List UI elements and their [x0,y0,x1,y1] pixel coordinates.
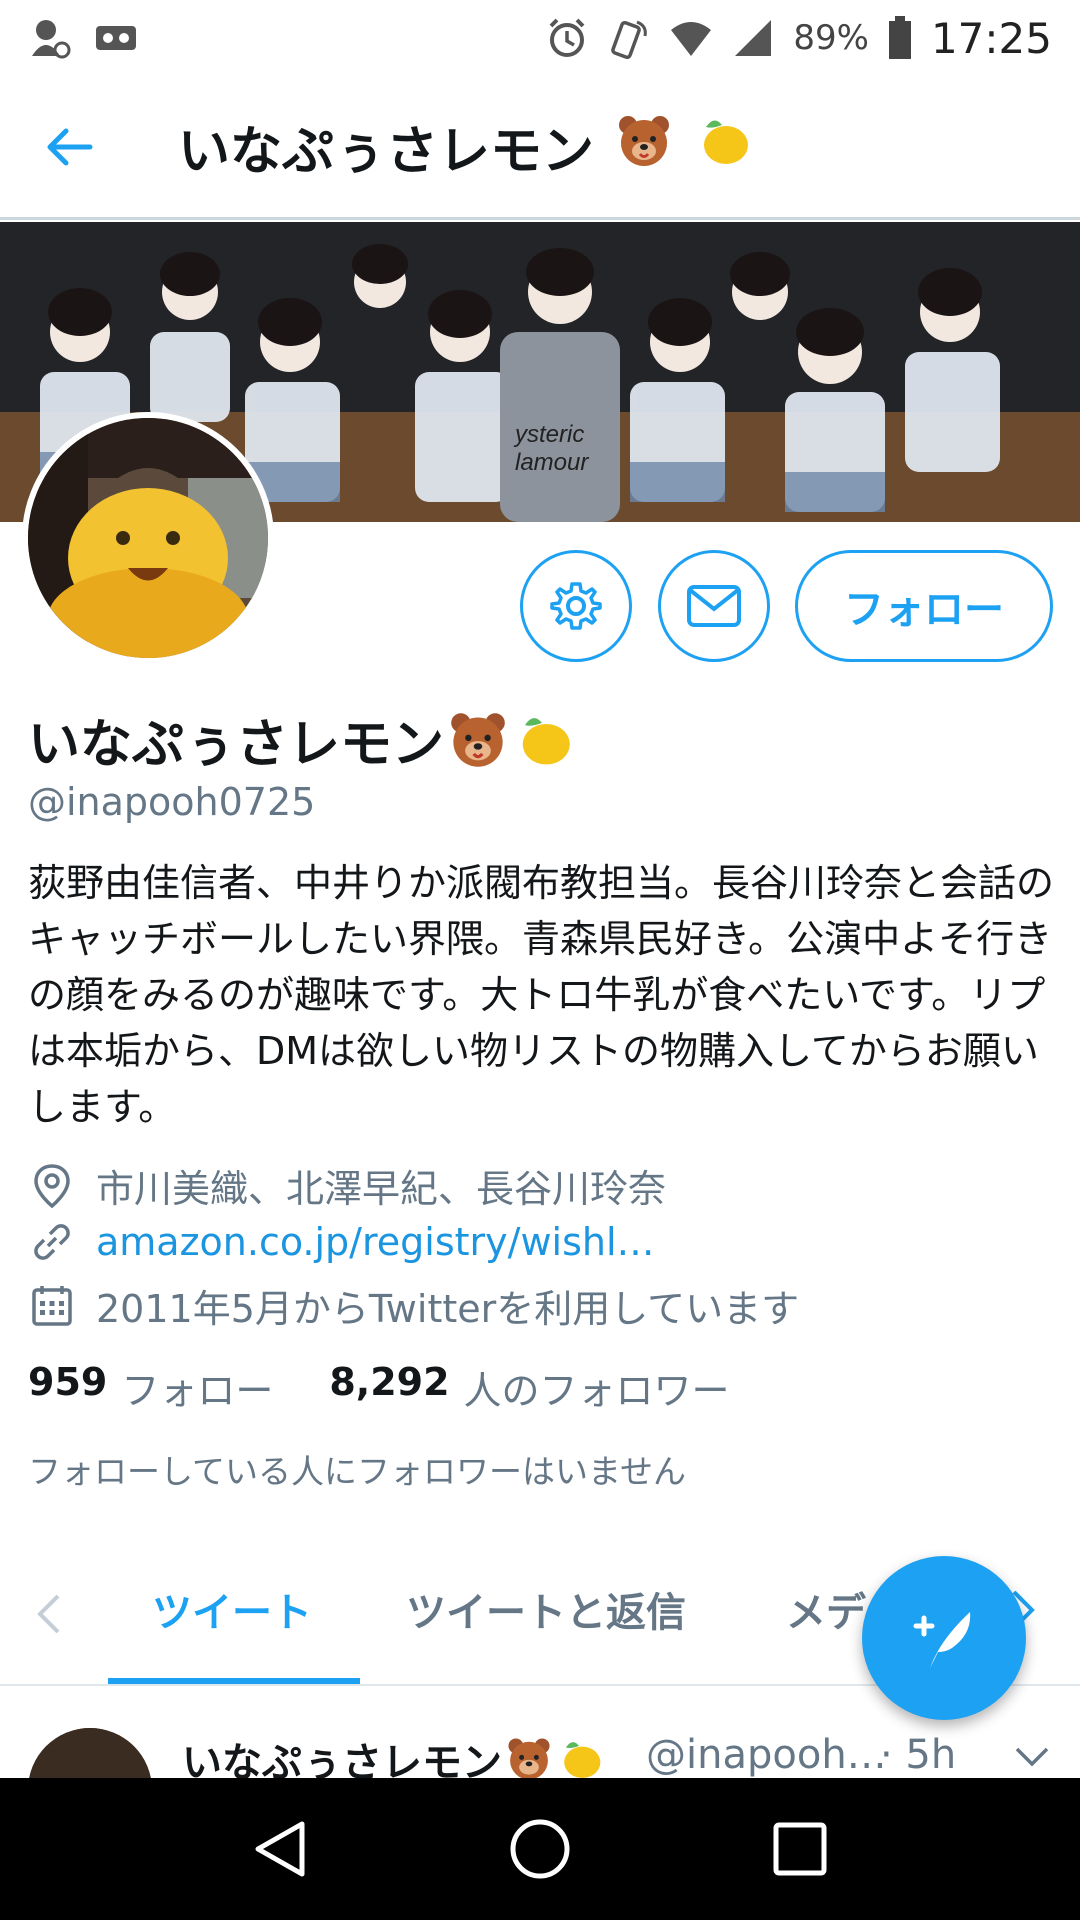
profile-name: いなぷぅさレモン [28,702,574,777]
svg-text:ysteric: ysteric [513,421,584,448]
triangle-back-icon [255,1821,305,1877]
follow-button[interactable]: フォロー [795,550,1053,662]
profile-bio: 荻野由佳信者、中井りか派閥布教担当。長谷川玲奈と会話のキャッチボールしたい界隈。… [28,861,1055,1129]
back-button[interactable] [0,75,140,219]
followers-number: 8,292 [329,1360,450,1404]
cell-signal-icon [731,16,775,60]
tweet-menu-button[interactable] [1014,1746,1050,1772]
tab-tweets-and-replies[interactable]: ツイートと返信 [406,1580,686,1638]
bear-emoji-icon [451,712,505,767]
chevron-down-icon [1015,1747,1049,1767]
following-number: 959 [28,1360,108,1404]
joined-text: 2011年5月からTwitterを利用しています [96,1287,800,1331]
link-icon [28,1218,76,1266]
android-nav-bar [0,1778,1080,1920]
voicemail-icon [94,16,138,60]
status-bar: 89% 17:25 [0,0,1080,76]
profile-location: 市川美織、北澤早紀、長谷川玲奈 [28,1158,666,1213]
active-tab-indicator [108,1678,360,1684]
mutual-followers-note: フォローしている人にフォロワーはいません [28,1452,687,1491]
lemon-emoji-icon [704,120,749,164]
nav-recents-button[interactable] [755,1804,845,1894]
tweet-author-handle: @inapooh… [646,1732,887,1778]
followers-label: 人のフォロワー [463,1369,730,1413]
following-count[interactable]: 959 フォロー [28,1360,273,1415]
tab-tweets[interactable]: ツイート [152,1580,312,1638]
header-title-text: いなぷぅさレモン [178,122,595,182]
app-header: いなぷぅさレモン [0,76,1080,220]
location-pin-icon [28,1162,76,1210]
compose-tweet-button[interactable] [862,1556,1026,1720]
square-recents-icon [773,1822,827,1876]
wifi-icon [669,16,713,60]
tweet-author-name-text: いなぷぅさレモン [182,1740,502,1778]
bear-emoji-icon [619,116,670,166]
tweet-avatar[interactable] [28,1728,152,1778]
link-text[interactable]: amazon.co.jp/registry/wishl… [96,1220,655,1264]
avatar-photo [28,418,268,658]
arrow-left-icon [47,128,93,165]
profile-avatar[interactable] [22,412,274,664]
alarm-icon [545,16,589,60]
tweet-timestamp: · 5h [880,1732,957,1778]
bear-emoji-icon [508,1738,550,1778]
settings-button[interactable] [520,550,632,662]
profile-joined: 2011年5月からTwitterを利用しています [28,1278,799,1333]
circle-home-icon [510,1819,570,1879]
followers-count[interactable]: 8,292 人のフォロワー [329,1360,729,1415]
compose-feather-icon [913,1612,971,1668]
envelope-icon [687,585,741,627]
clock: 17:25 [930,13,1052,63]
svg-text:lamour: lamour [515,449,589,476]
nav-back-button[interactable] [235,1804,325,1894]
vibrate-icon [607,16,651,60]
lemon-emoji-icon [522,717,570,765]
battery-icon [887,16,913,60]
header-title: いなぷぅさレモン [178,109,752,184]
follow-counts: 959 フォロー 8,292 人のフォロワー [28,1360,786,1415]
profile-name-text: いなぷぅさレモン [28,715,445,775]
notification-person-icon [28,16,72,60]
battery-percent: 89% [793,18,869,58]
profile-link[interactable]: amazon.co.jp/registry/wishl… [28,1218,655,1266]
message-button[interactable] [658,550,770,662]
location-text: 市川美織、北澤早紀、長谷川玲奈 [96,1167,667,1211]
chevron-left-icon [37,1594,60,1634]
tabs-scroll-left-button[interactable] [36,1592,62,1640]
profile-handle: @inapooh0725 [28,780,316,824]
following-label: フォロー [121,1369,274,1413]
lemon-emoji-icon [564,1742,601,1778]
gear-icon [550,582,602,630]
calendar-icon [28,1282,76,1330]
tweet-author-name: いなぷぅさレモン [182,1730,604,1778]
nav-home-button[interactable] [495,1804,585,1894]
